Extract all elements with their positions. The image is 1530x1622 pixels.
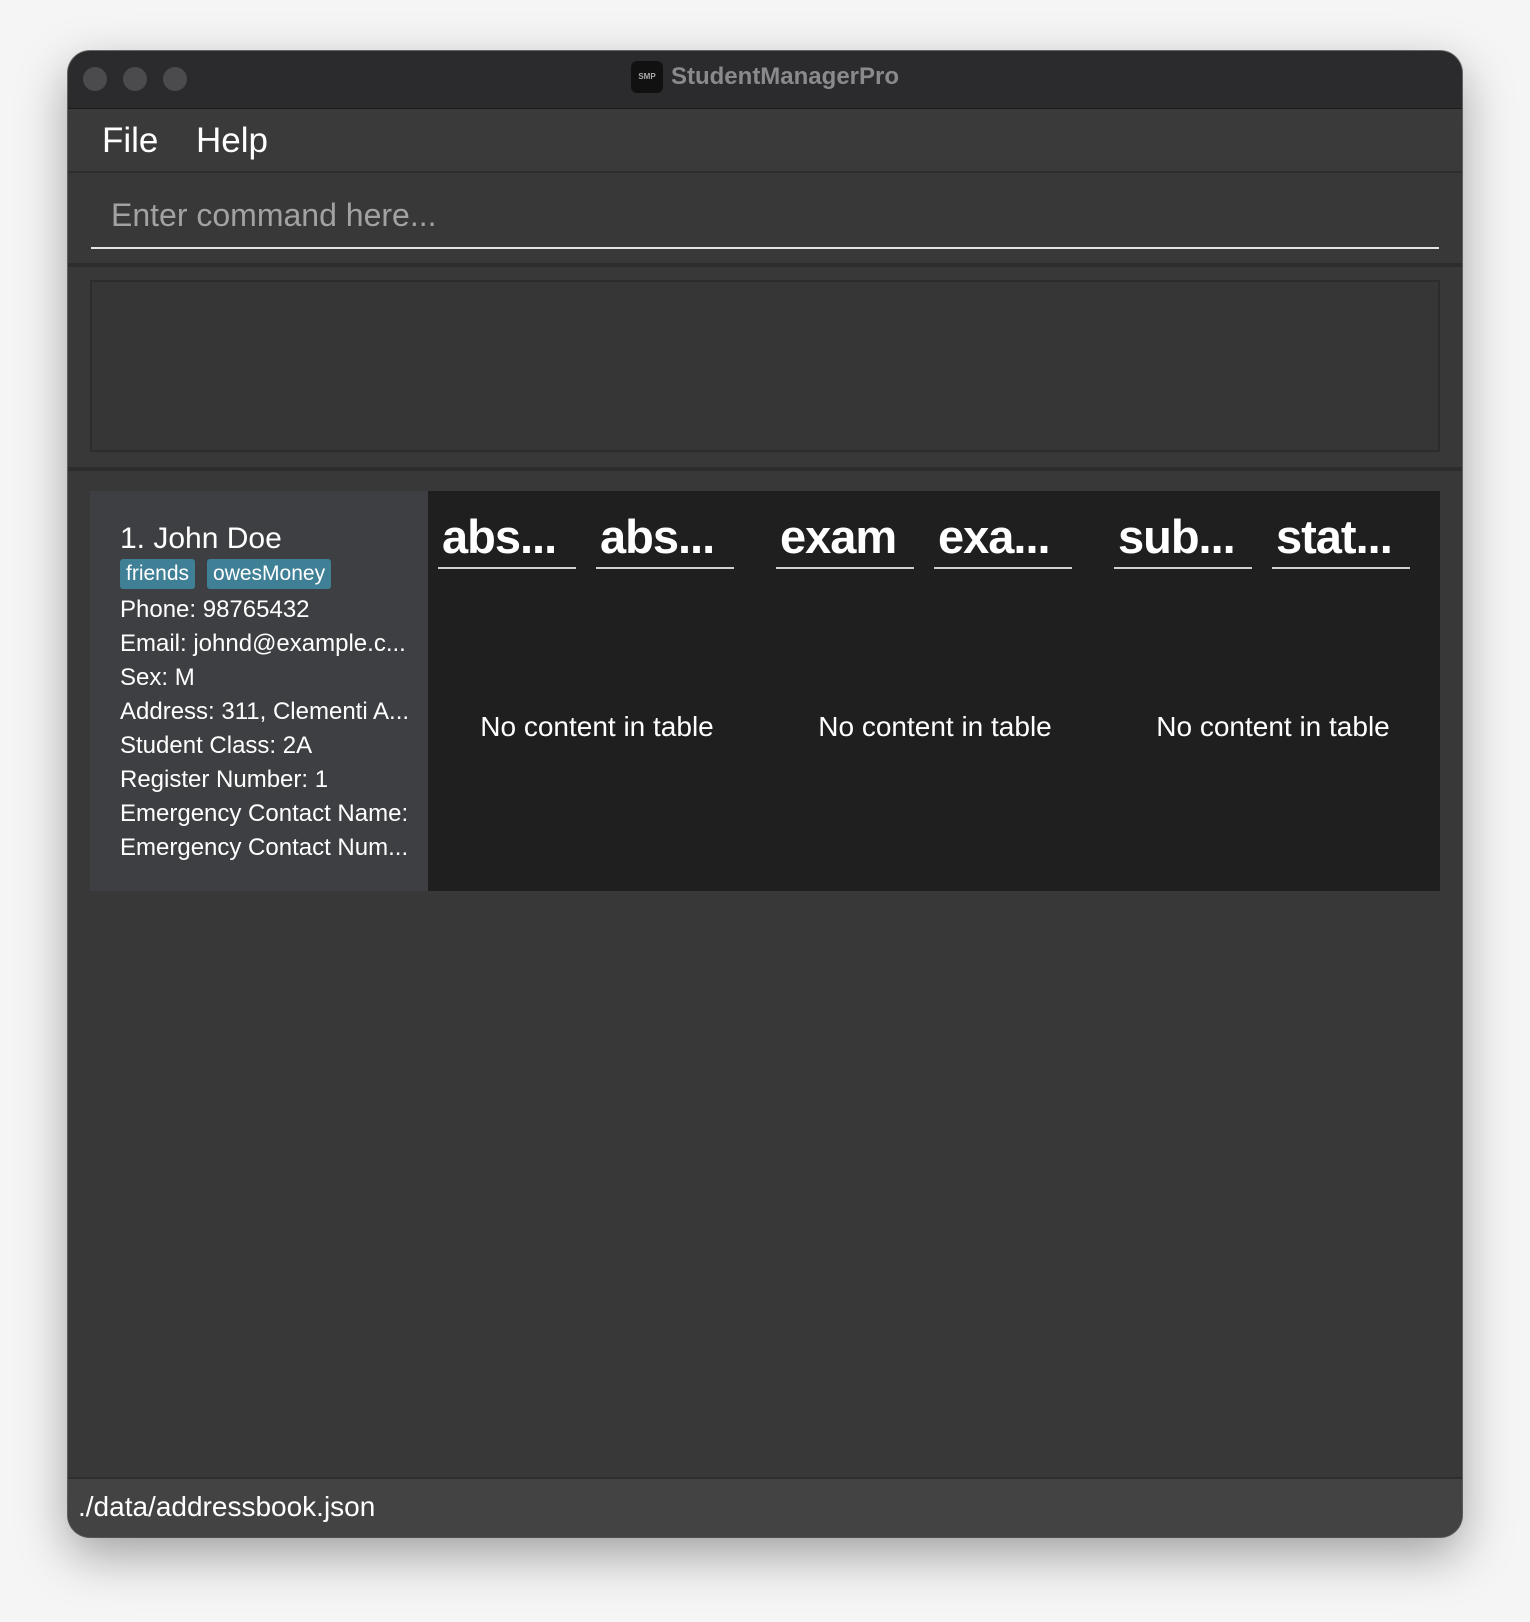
column-header[interactable]: sub...	[1114, 509, 1252, 569]
person-details: 1. John Doe friends owesMoney Phone: 9876…	[90, 491, 428, 891]
person-list[interactable]: 1. John Doe friends owesMoney Phone: 9876…	[90, 491, 1440, 891]
person-card[interactable]: 1. John Doe friends owesMoney Phone: 9876…	[90, 491, 1440, 891]
email-field: Email: johnd@example.c...	[120, 630, 406, 657]
tag-badge: owesMoney	[207, 559, 332, 589]
column-header[interactable]: abs...	[438, 509, 576, 569]
empty-table-message: No content in table	[480, 711, 714, 742]
column-header[interactable]: stat...	[1272, 509, 1410, 569]
exam-table[interactable]: exam exa... No content in table	[776, 491, 1106, 891]
save-location-path: ./data/addressbook.json	[78, 1491, 376, 1522]
records-tables: abs... abs... No content in table exam e…	[428, 491, 1440, 891]
column-header[interactable]: abs...	[596, 509, 734, 569]
command-box	[68, 173, 1462, 267]
emergency-contact-name-field: Emergency Contact Name:	[120, 800, 409, 827]
column-header[interactable]: exa...	[934, 509, 1072, 569]
title-bar[interactable]: SMP StudentManagerPro	[68, 51, 1462, 109]
window-title-group: SMP StudentManagerPro	[68, 61, 1462, 97]
menu-help[interactable]: Help	[196, 121, 268, 161]
attendance-table[interactable]: abs... abs... No content in table	[438, 491, 768, 891]
app-logo-icon: SMP	[630, 61, 663, 93]
address-field: Address: 311, Clementi A...	[120, 698, 410, 725]
result-display-panel	[68, 267, 1462, 471]
person-name: 1. John Doe	[120, 522, 282, 555]
column-header[interactable]: exam	[776, 509, 914, 569]
empty-table-message: No content in table	[1156, 711, 1390, 742]
menu-bar: File Help	[68, 109, 1462, 173]
result-display[interactable]	[90, 280, 1440, 452]
menu-file[interactable]: File	[102, 121, 158, 161]
window-title: StudentManagerPro	[670, 63, 900, 90]
tag-badge: friends	[120, 559, 196, 589]
phone-field: Phone: 98765432	[120, 596, 310, 623]
emergency-contact-number-field: Emergency Contact Num...	[120, 834, 409, 861]
student-class-field: Student Class: 2A	[120, 732, 313, 759]
app-window: SMP StudentManagerPro File Help 1. John D…	[68, 51, 1462, 1537]
tag-list: friends owesMoney	[120, 559, 428, 593]
sex-field: Sex: M	[120, 664, 195, 691]
register-number-field: Register Number: 1	[120, 766, 329, 793]
command-input[interactable]	[91, 183, 1439, 249]
submission-table[interactable]: sub... stat... No content in table	[1114, 491, 1444, 891]
status-bar: ./data/addressbook.json	[68, 1477, 1462, 1537]
empty-table-message: No content in table	[818, 711, 1052, 742]
